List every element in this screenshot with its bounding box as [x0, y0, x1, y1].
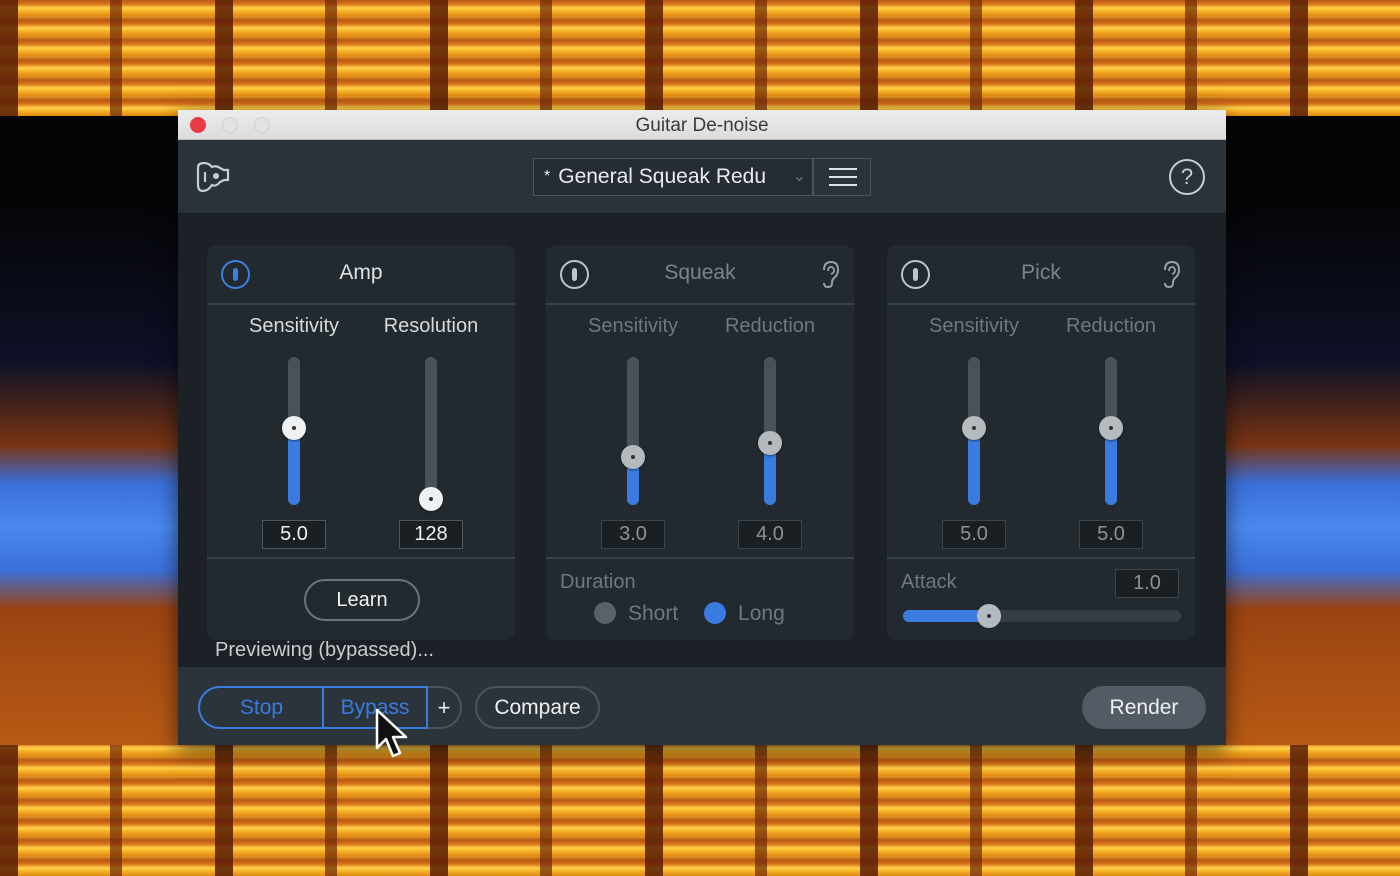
module-title: Amp: [339, 261, 383, 284]
slider-label: Reduction: [724, 315, 816, 337]
compare-button[interactable]: Compare: [475, 686, 600, 729]
radio-short[interactable]: [594, 602, 616, 624]
pick-sensitivity-slider: Sensitivity 5.0: [904, 315, 1044, 549]
slider-track[interactable]: [1099, 357, 1123, 505]
pick-reduction-slider: Reduction 5.0: [1041, 315, 1181, 549]
slider-value[interactable]: 128: [399, 520, 463, 549]
waveform-right: [1226, 200, 1400, 745]
plugin-header: * General Squeak Redu ⌄ ?: [178, 140, 1226, 214]
slider-track[interactable]: [758, 357, 782, 505]
help-icon: ?: [1180, 164, 1194, 189]
guitar-denoise-window: Guitar De-noise * General Squeak Redu ⌄ ?…: [178, 110, 1226, 745]
attack-label: Attack: [901, 571, 957, 593]
slider-label: Sensitivity: [928, 315, 1020, 337]
hamburger-menu-icon: [829, 168, 857, 170]
waveform-left: [0, 200, 178, 745]
status-text: Previewing (bypassed)...: [215, 639, 434, 661]
squeak-sensitivity-slider: Sensitivity 3.0: [563, 315, 703, 549]
modules-area: Amp Sensitivity 5.0 Resolution 128 Learn: [178, 215, 1226, 667]
attack-slider[interactable]: [903, 604, 1181, 628]
slider-knob[interactable]: [977, 604, 1002, 628]
divider: [207, 557, 515, 559]
slider-knob[interactable]: [282, 416, 306, 441]
slider-knob[interactable]: [419, 487, 443, 511]
slider-track[interactable]: [621, 357, 645, 505]
spectrogram-bottom: [0, 745, 1400, 876]
amp-resolution-slider: Resolution 128: [361, 315, 501, 549]
preset-name: General Squeak Redu: [558, 165, 767, 188]
footer-bar: Stop Bypass + Compare Render: [178, 667, 1226, 745]
learn-button[interactable]: Learn: [304, 579, 420, 621]
slider-label: Sensitivity: [248, 315, 340, 337]
amp-sensitivity-slider: Sensitivity 5.0: [224, 315, 364, 549]
squeak-reduction-slider: Reduction 4.0: [700, 315, 840, 549]
radio-label-short: Short: [628, 602, 679, 625]
module-pick: Pick Sensitivity 5.0 Reduction 5.0 Attac…: [887, 245, 1195, 640]
slider-knob[interactable]: [621, 444, 645, 469]
preview-button-group: Stop Bypass +: [198, 686, 462, 729]
duration-radio-group: Short Long: [594, 602, 785, 626]
slider-label: Resolution: [383, 315, 479, 337]
ear-icon[interactable]: [1161, 259, 1181, 289]
slider-knob[interactable]: [962, 416, 986, 441]
attack-value[interactable]: 1.0: [1115, 569, 1179, 598]
module-amp: Amp Sensitivity 5.0 Resolution 128 Learn: [207, 245, 515, 640]
slider-value[interactable]: 5.0: [262, 520, 326, 549]
preset-dropdown[interactable]: * General Squeak Redu ⌄: [533, 158, 813, 196]
ear-icon[interactable]: [820, 259, 840, 289]
radio-label-long: Long: [738, 602, 785, 625]
slider-value[interactable]: 3.0: [601, 520, 665, 549]
divider: [546, 557, 854, 559]
slider-value[interactable]: 5.0: [942, 520, 1006, 549]
help-button[interactable]: ?: [1169, 159, 1205, 195]
slider-track[interactable]: [282, 357, 306, 505]
chevron-down-icon: ⌄: [792, 168, 806, 185]
slider-track[interactable]: [962, 357, 986, 505]
slider-value[interactable]: 4.0: [738, 520, 802, 549]
module-title: Squeak: [664, 261, 736, 284]
stop-button[interactable]: Stop: [198, 686, 323, 729]
mouse-cursor-icon: [375, 708, 408, 758]
slider-label: Sensitivity: [587, 315, 679, 337]
slider-knob[interactable]: [758, 431, 782, 456]
divider: [887, 557, 1195, 559]
spectrogram-top: [0, 0, 1400, 116]
guitar-icon: [196, 161, 230, 193]
slider-track[interactable]: [419, 357, 443, 511]
add-button[interactable]: +: [428, 686, 462, 729]
preset-menu-button[interactable]: [813, 158, 871, 196]
modified-marker: *: [544, 168, 551, 185]
duration-label: Duration: [560, 571, 636, 593]
slider-label: Reduction: [1065, 315, 1157, 337]
render-button[interactable]: Render: [1082, 686, 1206, 729]
module-title: Pick: [1021, 261, 1061, 284]
window-title: Guitar De-noise: [635, 115, 769, 136]
module-squeak: Squeak Sensitivity 3.0 Reduction 4.0 Dur…: [546, 245, 854, 640]
slider-value[interactable]: 5.0: [1079, 520, 1143, 549]
slider-knob[interactable]: [1099, 416, 1123, 441]
title-bar[interactable]: Guitar De-noise: [178, 110, 1226, 140]
radio-long[interactable]: [704, 602, 727, 624]
